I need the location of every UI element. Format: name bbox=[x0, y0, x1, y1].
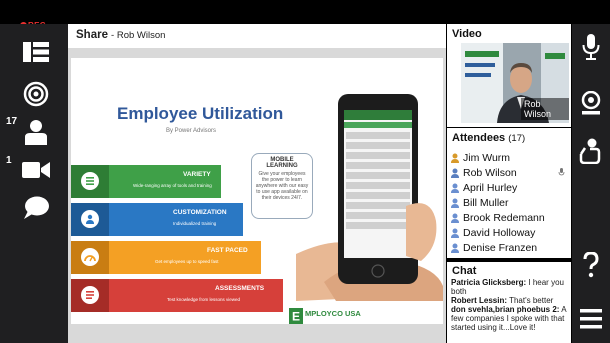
share-title: Share bbox=[76, 29, 108, 41]
slide-title: Employee Utilization bbox=[117, 104, 284, 123]
attendee-row[interactable]: Jim Wurm bbox=[451, 150, 567, 165]
left-sidebar: 17 1 bbox=[0, 24, 68, 343]
chat-panel: Chat Patricia Glicksberg: I hear you bot… bbox=[447, 262, 571, 343]
layout-button[interactable] bbox=[18, 36, 54, 68]
person-icon bbox=[25, 120, 47, 145]
company-logo: E MPLOYCO USA bbox=[289, 308, 379, 324]
broadcast-button[interactable] bbox=[18, 78, 54, 110]
menu-icon bbox=[580, 309, 602, 329]
video-panel: Video Rob Wilson bbox=[447, 24, 571, 127]
presentation-slide: Employee Utilization By Power Advisors V… bbox=[71, 58, 443, 324]
help-icon bbox=[583, 252, 599, 278]
attendee-count-badge: 17 bbox=[6, 116, 18, 127]
chat-messages: Patricia Glicksberg: I hear you both Rob… bbox=[447, 278, 571, 332]
microphone-status-icon bbox=[558, 168, 565, 176]
webinar-app: REC 17 1 bbox=[0, 0, 610, 343]
chat-message: Robert Lessin: That's better bbox=[451, 296, 554, 305]
help-button[interactable] bbox=[578, 250, 604, 280]
menu-button[interactable] bbox=[578, 304, 604, 334]
slide-bar-variety: VARIETY Wide-ranging array of tools and … bbox=[71, 165, 221, 198]
attendee-row[interactable]: April Hurley bbox=[451, 180, 567, 195]
list-icon bbox=[81, 172, 99, 190]
broadcast-icon bbox=[23, 81, 49, 107]
attendee-row[interactable]: Bill Muller bbox=[451, 195, 567, 210]
attendee-row[interactable]: David Holloway bbox=[451, 225, 567, 240]
right-sidebar bbox=[572, 24, 610, 343]
attendees-header: Attendees (17) bbox=[452, 132, 526, 144]
svg-text:E: E bbox=[292, 310, 300, 324]
cameras-button[interactable] bbox=[18, 154, 54, 186]
presenter-icon bbox=[451, 168, 459, 178]
presenter-video[interactable]: Rob Wilson bbox=[461, 43, 569, 123]
chat-message: don svehla,brian phoebus 2: A few compan… bbox=[451, 305, 567, 332]
attendee-icon bbox=[451, 243, 459, 253]
attendee-icon bbox=[451, 183, 459, 193]
webcam-icon bbox=[581, 91, 601, 115]
video-title: Video bbox=[452, 28, 482, 40]
phone-in-hand-illustration bbox=[296, 94, 443, 301]
camera-count-badge: 1 bbox=[6, 155, 12, 166]
slide-bar-assessments: ASSESSMENTS Test knowledge from lessons … bbox=[71, 279, 283, 312]
raise-hand-button[interactable] bbox=[578, 136, 604, 166]
user-icon bbox=[81, 210, 99, 228]
share-presenter: Rob Wilson bbox=[116, 30, 166, 41]
chat-toggle-button[interactable] bbox=[18, 192, 54, 224]
slide-bar-customization: CUSTOMIZATION Individualized training bbox=[71, 203, 243, 236]
raise-hand-icon bbox=[579, 138, 601, 164]
attendee-row[interactable]: Denise Franzen bbox=[451, 240, 567, 255]
video-name-tag: Rob Wilson bbox=[521, 98, 569, 120]
camera-icon bbox=[22, 162, 50, 178]
microphone-button[interactable] bbox=[578, 32, 604, 62]
slide-subtitle: By Power Advisors bbox=[166, 128, 217, 134]
share-header: Share - Rob Wilson bbox=[76, 29, 166, 41]
speedometer-icon bbox=[81, 248, 99, 266]
layout-icon bbox=[23, 42, 49, 62]
slide-bar-fast-paced: FAST PACED Get employees up to speed fas… bbox=[71, 241, 261, 274]
attendees-panel: Attendees (17) Jim Wurm Rob Wilson April… bbox=[447, 128, 571, 258]
webcam-button[interactable] bbox=[578, 88, 604, 118]
top-bar bbox=[0, 0, 610, 24]
attendee-row[interactable]: Brook Redemann bbox=[451, 210, 567, 225]
attendees-list: Jim Wurm Rob Wilson April Hurley Bill Mu… bbox=[447, 148, 571, 257]
attendee-icon bbox=[451, 198, 459, 208]
checklist-icon bbox=[81, 286, 99, 304]
chat-title: Chat bbox=[452, 265, 477, 277]
share-panel: Share - Rob Wilson Employee Utilization … bbox=[68, 24, 446, 343]
attendee-icon bbox=[451, 228, 459, 238]
attendee-icon bbox=[451, 213, 459, 223]
chat-bubble-icon bbox=[24, 196, 49, 219]
microphone-icon bbox=[582, 34, 600, 60]
slide-area: Employee Utilization By Power Advisors V… bbox=[68, 48, 446, 343]
attendees-button[interactable] bbox=[18, 116, 54, 148]
host-icon bbox=[451, 153, 459, 163]
attendee-row[interactable]: Rob Wilson bbox=[451, 165, 567, 180]
chat-message: Patricia Glicksberg: I hear you both bbox=[451, 278, 564, 296]
